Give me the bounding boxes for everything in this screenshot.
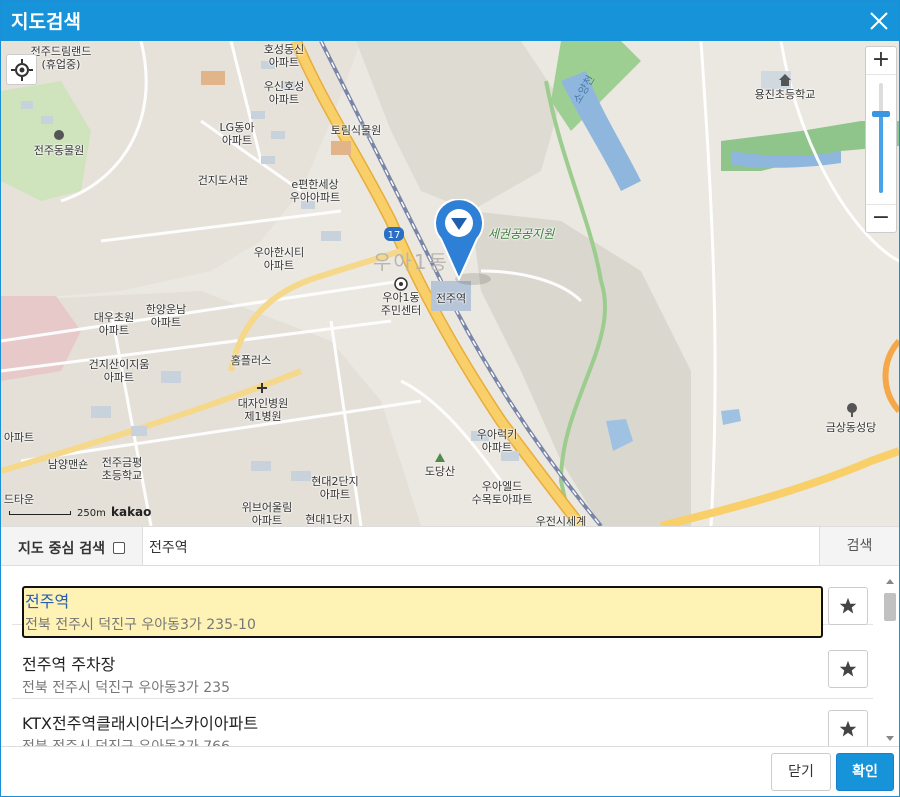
list-item[interactable]: 전주역 주차장 전북 전주시 덕진구 우아동3가 235: [12, 641, 873, 699]
scalebar-line: [9, 511, 71, 515]
map-label-torim[interactable]: 토림식물원: [331, 124, 382, 137]
zoom-slider-handle[interactable]: [872, 110, 890, 117]
result-address: 전북 전주시 덕진구 우아동3가 766: [22, 736, 822, 746]
zoom-in-button[interactable]: +: [866, 47, 896, 75]
map-label-lg[interactable]: LG동아 아파트: [220, 121, 255, 147]
dialog-title: 지도검색: [11, 11, 81, 33]
map-label-wibrew[interactable]: 위브어울림 아파트: [242, 501, 293, 526]
result-name: 전주역 주차장: [22, 655, 116, 674]
scroll-down-icon[interactable]: [886, 736, 894, 741]
search-input[interactable]: 전주역: [142, 527, 820, 565]
map-base-layer: [1, 41, 899, 526]
center-search-label: 지도 중심 검색: [18, 541, 106, 557]
map-label-namyang[interactable]: 남양맨숀: [48, 458, 88, 471]
scalebar-distance: 250m: [77, 508, 106, 519]
map-label-left-apt[interactable]: 아파트: [4, 431, 34, 444]
map-label-library[interactable]: 건지도서관: [198, 174, 249, 187]
location-pin-icon[interactable]: [433, 199, 485, 281]
hospital-icon: [257, 383, 267, 393]
star-icon: [839, 597, 857, 614]
search-results-list: 전주역 전북 전주시 덕진구 우아동3가 235-10 전주역 주차장 전북 전…: [1, 567, 899, 746]
map-label-ecomfort[interactable]: e편한세상 우아아파트: [290, 178, 341, 204]
map-search-bar: 지도 중심 검색 전주역 검색: [1, 526, 899, 566]
favorite-button[interactable]: [828, 650, 868, 688]
map-label-hoseong[interactable]: 호성동신 아파트: [264, 43, 304, 69]
map-label-woohansi[interactable]: 우아한시티 아파트: [254, 246, 305, 272]
list-item-text[interactable]: 전주역 주차장 전북 전주시 덕진구 우아동3가 235: [22, 649, 822, 705]
map-label-dtown[interactable]: 드타운: [4, 493, 34, 506]
results-scrollbar[interactable]: [883, 575, 897, 745]
list-item-text[interactable]: 전주역 전북 전주시 덕진구 우아동3가 235-10: [22, 586, 823, 638]
zoom-out-button[interactable]: −: [866, 204, 896, 232]
map-label-geumsang[interactable]: 금상동성당: [826, 421, 877, 434]
crosshair-icon: [11, 59, 33, 81]
map-label-hanyang[interactable]: 한양운남 아파트: [146, 303, 186, 329]
result-address: 전북 전주시 덕진구 우아동3가 235-10: [25, 617, 256, 633]
center-search-checkbox[interactable]: [113, 542, 125, 554]
dialog-titlebar: 지도검색: [1, 1, 899, 41]
list-item[interactable]: KTX전주역클래시아더스카이아파트 전북 전주시 덕진구 우아동3가 766: [12, 700, 873, 746]
map-search-dialog: 지도검색 17 전주드림랜드 (휴업중) 호성동신 아파트 우신호성 아파트 토…: [0, 0, 900, 797]
route-number-label: 17: [387, 230, 401, 241]
scroll-up-icon[interactable]: [886, 579, 894, 584]
confirm-button[interactable]: 확인: [836, 753, 894, 791]
map-label-uaeld[interactable]: 우아엘드 수목토아파트: [472, 480, 533, 506]
star-icon: [839, 660, 857, 677]
list-item[interactable]: 전주역 전북 전주시 덕진구 우아동3가 235-10: [12, 567, 873, 638]
map-label-hyundai1[interactable]: 현대1단지: [305, 513, 352, 526]
map-label-dodangsan[interactable]: 도당산: [425, 465, 455, 478]
school-icon: [779, 74, 791, 86]
result-address: 전북 전주시 덕진구 우아동3가 235: [22, 680, 230, 696]
result-name: 전주역: [25, 592, 70, 611]
map-view[interactable]: 17 전주드림랜드 (휴업중) 호성동신 아파트 우신호성 아파트 토림식물원 …: [1, 41, 899, 526]
map-label-school[interactable]: 전주금평 초등학교: [102, 456, 142, 482]
close-button[interactable]: 닫기: [771, 753, 831, 791]
dialog-footer: 닫기 확인: [1, 746, 899, 796]
favorite-button[interactable]: [828, 587, 868, 625]
map-label-hyundai2[interactable]: 현대2단지 아파트: [311, 475, 358, 501]
mountain-icon: [435, 453, 445, 462]
kakao-logo: kakao: [111, 505, 152, 519]
map-label-zoo[interactable]: 전주동물원: [34, 144, 85, 157]
favorite-button[interactable]: [828, 710, 868, 746]
place-icon: [394, 277, 408, 291]
list-item-text[interactable]: KTX전주역클래시아더스카이아파트 전북 전주시 덕진구 우아동3가 766: [22, 708, 822, 746]
close-icon[interactable]: [867, 9, 891, 33]
map-label-dreamland[interactable]: 전주드림랜드 (휴업중): [31, 45, 92, 71]
map-label-ua-lucky[interactable]: 우아럭키 아파트: [477, 428, 517, 454]
map-label-geonji[interactable]: 건지산이지움 아파트: [89, 358, 150, 384]
map-label-homeplus[interactable]: 홈플러스: [231, 354, 271, 367]
map-label-daewoo[interactable]: 대우초원 아파트: [94, 311, 134, 337]
map-label-usin[interactable]: 우신호성 아파트: [264, 80, 304, 106]
search-button[interactable]: 검색: [820, 527, 899, 565]
zoom-control: + −: [865, 46, 897, 233]
church-icon: [847, 403, 857, 417]
result-name: KTX전주역클래시아더스카이아파트: [22, 714, 259, 733]
scrollbar-thumb[interactable]: [884, 593, 896, 621]
map-label-ujeon[interactable]: 우전시세계: [536, 515, 587, 526]
star-icon: [839, 720, 857, 737]
map-label-hospital[interactable]: 대자인병원 제1병원: [238, 397, 289, 423]
zoom-slider-fill: [879, 113, 883, 193]
zoo-icon: [54, 130, 64, 140]
my-location-button[interactable]: [6, 54, 37, 85]
map-label-park[interactable]: 세권공공지원: [488, 228, 554, 241]
map-label-yongjin[interactable]: 용진초등학교: [755, 88, 816, 101]
zoom-slider-track[interactable]: [879, 83, 883, 193]
map-label-ua1dong-center[interactable]: 우아1동 주민센터: [381, 291, 421, 317]
map-label-jeonju-station[interactable]: 전주역: [436, 292, 466, 305]
